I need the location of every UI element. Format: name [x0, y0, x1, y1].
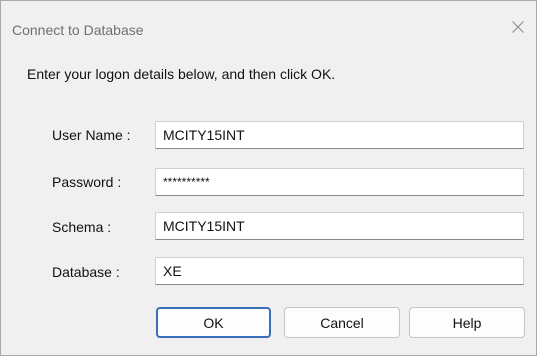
user-name-input[interactable] [155, 121, 524, 149]
close-button[interactable] [501, 11, 535, 43]
connect-dialog: Connect to Database Enter your logon det… [0, 0, 537, 356]
ok-button[interactable]: OK [156, 307, 271, 338]
cancel-button[interactable]: Cancel [284, 307, 400, 338]
title-bar: Connect to Database [1, 1, 536, 48]
close-icon [512, 21, 524, 33]
user-name-label: User Name : [52, 127, 131, 143]
instruction-text: Enter your logon details below, and then… [27, 66, 336, 82]
schema-label: Schema : [52, 219, 112, 235]
password-input[interactable] [155, 168, 524, 196]
database-label: Database : [52, 264, 120, 280]
dialog-title: Connect to Database [12, 22, 144, 38]
database-input[interactable] [155, 257, 524, 285]
password-label: Password : [52, 174, 122, 190]
help-button[interactable]: Help [409, 307, 525, 338]
schema-input[interactable] [155, 212, 524, 240]
